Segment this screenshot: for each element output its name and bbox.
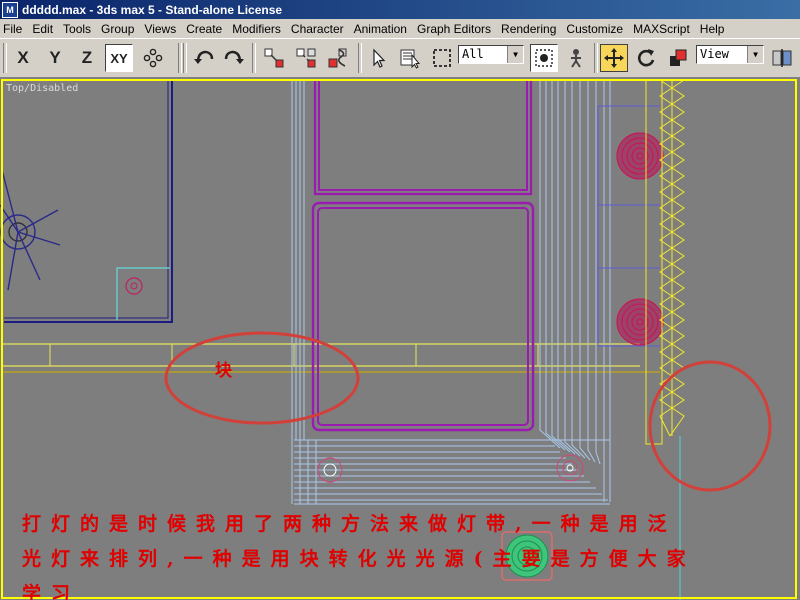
select-by-name-button[interactable]	[396, 44, 424, 72]
undo-button[interactable]	[190, 44, 218, 72]
reference-coordinate-value: View	[700, 47, 729, 61]
reference-coordinate-dropdown[interactable]: View ▼	[696, 45, 764, 64]
pink-light-bottom	[616, 298, 664, 346]
axis-constraints-flyout[interactable]	[139, 44, 167, 72]
use-pivot-center-button[interactable]	[768, 44, 796, 72]
chevron-down-icon[interactable]: ▼	[507, 46, 523, 63]
move-icon	[604, 48, 624, 68]
purple-frames	[311, 80, 535, 432]
menu-edit[interactable]: Edit	[27, 22, 58, 36]
axis-xy-button[interactable]: XY	[105, 44, 133, 72]
select-object-button[interactable]	[364, 44, 392, 72]
select-move-button[interactable]	[600, 44, 628, 72]
toolbar-separator	[358, 43, 362, 73]
menu-rendering[interactable]: Rendering	[496, 22, 561, 36]
small-light-box	[116, 267, 170, 320]
menu-customize[interactable]: Customize	[561, 22, 628, 36]
bind-spacewarp-button[interactable]	[324, 44, 352, 72]
app-icon[interactable]: M	[2, 1, 18, 18]
annotation-ellipse-strip	[648, 360, 772, 492]
unlink-button[interactable]	[292, 44, 320, 72]
undo-icon	[194, 50, 214, 64]
cabinet-wireframe	[291, 80, 611, 505]
menu-modifiers[interactable]: Modifiers	[227, 22, 286, 36]
selection-filter-dropdown[interactable]: All ▼	[458, 45, 524, 64]
rectangular-selection-button[interactable]	[428, 44, 456, 72]
menu-create[interactable]: Create	[181, 22, 227, 36]
spot-light-star	[0, 169, 61, 291]
annotation-line-3: 学习	[22, 583, 81, 600]
select-rotate-button[interactable]	[632, 44, 660, 72]
toolbar-separator	[594, 43, 598, 73]
menu-tools[interactable]: Tools	[58, 22, 96, 36]
menu-help[interactable]: Help	[695, 22, 730, 36]
select-manipulate-button[interactable]	[562, 44, 590, 72]
menu-views[interactable]: Views	[139, 22, 181, 36]
rotate-icon	[638, 49, 655, 67]
rectangular-selection-icon	[433, 49, 451, 67]
window-crossing-icon	[535, 49, 553, 67]
select-scale-button[interactable]	[664, 44, 692, 72]
annotation-line-1: 打灯的是时候我用了两种方法来做灯带,一种是用泛	[22, 513, 677, 535]
axis-z-button[interactable]: Z	[73, 44, 101, 72]
annotation-block-label: 块	[215, 361, 232, 381]
pink-light-small-right	[556, 454, 584, 482]
toolbar-separator	[183, 43, 187, 73]
main-toolbar: X Y Z XY All ▼ View ▼	[0, 38, 800, 78]
manipulate-icon	[571, 49, 581, 68]
pink-light-top	[616, 132, 664, 180]
axis-y-button[interactable]: Y	[41, 44, 69, 72]
menu-graph-editors[interactable]: Graph Editors	[412, 22, 496, 36]
bind-spacewarp-icon	[328, 48, 347, 68]
axis-x-button[interactable]: X	[9, 44, 37, 72]
title-bar: M ddddd.max - 3ds max 5 - Stand-alone Li…	[0, 0, 800, 19]
redo-icon	[224, 50, 244, 64]
viewport-label[interactable]: Top/Disabled	[6, 83, 78, 94]
redo-button[interactable]	[220, 44, 248, 72]
unlink-icon	[296, 48, 316, 68]
menu-animation[interactable]: Animation	[349, 22, 412, 36]
scale-icon	[670, 49, 687, 66]
left-room-outline	[4, 80, 173, 323]
toolbar-separator	[252, 43, 256, 73]
menu-bar: File Edit Tools Group Views Create Modif…	[0, 19, 800, 38]
yellow-light-strip	[645, 79, 685, 445]
annotation-line-2: 光灯来排列,一种是用块转化光光源(主要是方便大家	[22, 548, 696, 570]
menu-file[interactable]: File	[0, 22, 27, 36]
top-viewport[interactable]: Top/Disabled 块 打灯的是时候我用了两种方法来做灯带,一种是用泛 光…	[0, 78, 800, 600]
menu-group[interactable]: Group	[96, 22, 139, 36]
menu-maxscript[interactable]: MAXScript	[628, 22, 695, 36]
cabinet-base-lines	[294, 440, 608, 504]
window-crossing-button[interactable]	[530, 44, 558, 72]
menu-character[interactable]: Character	[286, 22, 349, 36]
toolbar-separator	[178, 43, 182, 73]
pivot-center-icon	[772, 49, 792, 67]
dots-icon	[143, 48, 163, 68]
toolbar-grip[interactable]	[3, 43, 7, 73]
annotation-ellipse-block	[164, 331, 360, 425]
select-link-button[interactable]	[260, 44, 288, 72]
chevron-down-icon[interactable]: ▼	[747, 46, 763, 63]
selection-filter-value: All	[462, 47, 484, 61]
select-link-icon	[264, 48, 284, 68]
select-object-icon	[373, 48, 386, 68]
select-by-name-icon	[400, 49, 421, 69]
window-title: ddddd.max - 3ds max 5 - Stand-alone Lice…	[22, 2, 283, 17]
